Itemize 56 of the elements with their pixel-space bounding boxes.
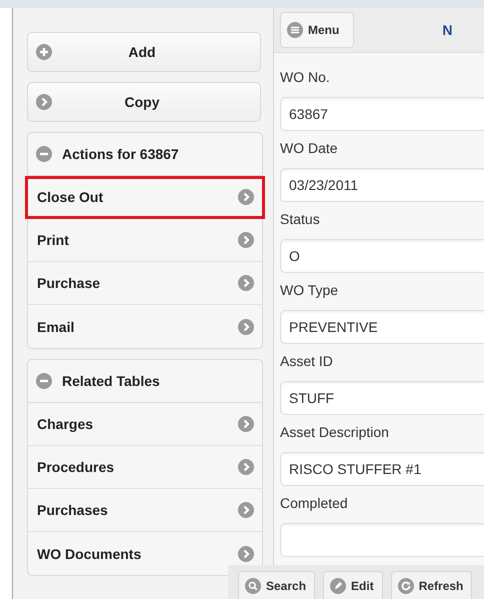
field-label: Asset ID xyxy=(280,352,334,371)
list-item[interactable]: Email xyxy=(28,305,262,348)
list-item[interactable]: Purchase xyxy=(28,262,262,305)
group-header[interactable]: Actions for 63867 xyxy=(28,133,262,176)
menu-icon xyxy=(287,22,303,38)
item-label: Email xyxy=(37,318,74,334)
group-title: Actions for 63867 xyxy=(62,146,179,162)
chevron-right-icon xyxy=(36,94,52,110)
chevron-right-icon xyxy=(238,189,254,205)
item-label: Procedures xyxy=(37,459,114,475)
chevron-right-icon xyxy=(238,459,254,475)
input-field[interactable]: 03/23/2011 xyxy=(280,168,484,202)
toolbar-button[interactable]: Refresh xyxy=(390,571,472,599)
item-label: Purchase xyxy=(37,275,100,291)
item-label: Purchases xyxy=(37,502,108,518)
menu-button[interactable]: Menu xyxy=(280,12,354,48)
field-label: Asset Description xyxy=(280,423,390,442)
list-item[interactable]: Charges xyxy=(28,403,262,446)
toolbar-button[interactable]: Search xyxy=(238,571,316,599)
input-field[interactable]: PREVENTIVE xyxy=(280,310,484,344)
input-field[interactable]: O xyxy=(280,239,484,273)
chevron-right-icon xyxy=(238,318,254,334)
field-label: Completed xyxy=(280,494,349,513)
plus-icon xyxy=(36,44,52,60)
item-label: Charges xyxy=(37,416,94,432)
chevron-right-icon xyxy=(238,275,254,291)
refresh-icon xyxy=(398,578,414,594)
minus-icon xyxy=(36,373,52,389)
item-label: Print xyxy=(37,232,69,248)
chevron-right-icon xyxy=(238,416,254,432)
item-label: WO Documents xyxy=(37,546,142,562)
sidebar-button[interactable]: Add xyxy=(27,32,261,72)
page-title: N xyxy=(442,22,452,38)
input-field[interactable]: RISCO STUFFER #1 xyxy=(280,452,484,486)
field-label: WO No. xyxy=(280,68,331,87)
group-title: Related Tables xyxy=(62,373,160,389)
toolbar-button[interactable]: Edit xyxy=(323,571,383,599)
field-label: WO Date xyxy=(280,139,339,158)
chevron-right-icon xyxy=(238,232,254,248)
list-item[interactable]: Close Out xyxy=(25,176,265,219)
item-label: Close Out xyxy=(37,189,104,205)
chevron-right-icon xyxy=(238,546,254,562)
list-item[interactable]: Print xyxy=(28,219,262,262)
input-field[interactable]: STUFF xyxy=(280,381,484,415)
field-label: Status xyxy=(280,210,321,229)
pencil-icon xyxy=(330,578,346,594)
input-field[interactable]: 63867 xyxy=(280,97,484,131)
chevron-right-icon xyxy=(238,502,254,518)
search-icon xyxy=(245,578,261,594)
group-header[interactable]: Related Tables xyxy=(28,360,262,403)
list-item[interactable]: Purchases xyxy=(28,489,262,532)
sidebar-button[interactable]: Copy xyxy=(27,82,261,122)
minus-icon xyxy=(36,146,52,162)
list-item[interactable]: Procedures xyxy=(28,446,262,489)
field-label: WO Type xyxy=(280,281,340,300)
input-field[interactable] xyxy=(280,523,484,557)
